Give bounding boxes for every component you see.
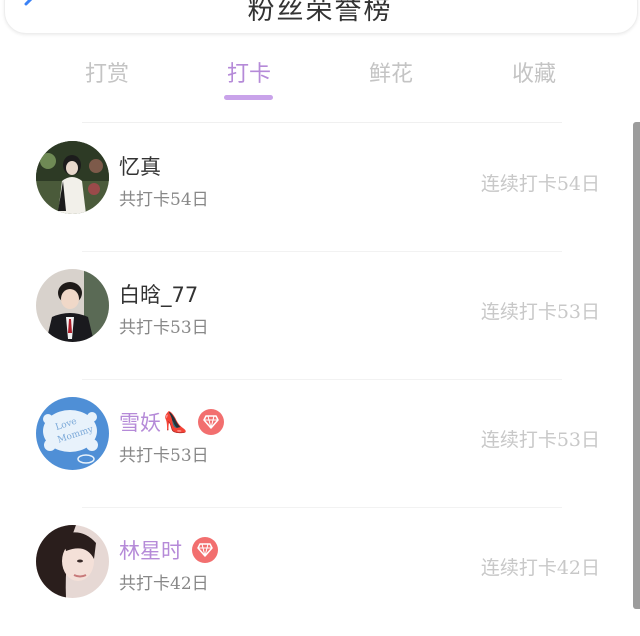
list-item[interactable]: Love Mommy 雪妖 👠 共打卡53日 连续打卡53日: [0, 380, 632, 508]
tab-favorites[interactable]: 收藏: [489, 56, 579, 88]
avatar[interactable]: [36, 269, 109, 342]
tab-bar: 打赏 打卡 鲜花 收藏: [0, 50, 640, 104]
tab-tip[interactable]: 打赏: [62, 56, 152, 88]
user-name[interactable]: 林星时: [119, 535, 182, 565]
avatar[interactable]: Love Mommy: [36, 397, 109, 470]
page-title: 粉丝荣誉榜: [247, 0, 393, 26]
user-name[interactable]: 白晗_77: [119, 279, 198, 309]
avatar[interactable]: [36, 525, 109, 598]
tab-checkin[interactable]: 打卡: [204, 56, 294, 88]
diamond-badge-icon: [197, 409, 224, 435]
list-item[interactable]: 忆真 共打卡54日 连续打卡54日: [0, 124, 632, 252]
scrollbar[interactable]: [633, 122, 640, 609]
name-line: 忆真: [119, 152, 161, 180]
streak-checkins: 连续打卡54日: [480, 173, 600, 195]
header-bar: 粉丝荣誉榜: [0, 0, 640, 34]
avatar[interactable]: [36, 141, 109, 214]
user-name[interactable]: 雪妖: [119, 407, 161, 437]
streak-checkins: 连续打卡53日: [480, 429, 600, 451]
name-line: 林星时: [119, 536, 218, 564]
total-checkins: 共打卡42日: [119, 574, 209, 594]
divider: [82, 122, 562, 123]
total-checkins: 共打卡53日: [119, 446, 209, 466]
total-checkins: 共打卡53日: [119, 318, 209, 338]
name-line: 白晗_77: [119, 280, 198, 308]
name-line: 雪妖 👠: [119, 408, 224, 436]
user-name[interactable]: 忆真: [119, 151, 161, 181]
diamond-badge-icon: [192, 537, 218, 563]
high-heel-icon: 👠: [163, 410, 188, 434]
tab-active-indicator: [224, 95, 273, 100]
list-item[interactable]: 林星时 共打卡42日 连续打卡42日: [0, 508, 632, 636]
streak-checkins: 连续打卡53日: [480, 301, 600, 323]
total-checkins: 共打卡54日: [119, 190, 209, 210]
tab-flowers[interactable]: 鲜花: [346, 56, 436, 88]
list-item[interactable]: 白晗_77 共打卡53日 连续打卡53日: [0, 252, 632, 380]
streak-checkins: 连续打卡42日: [480, 557, 600, 579]
